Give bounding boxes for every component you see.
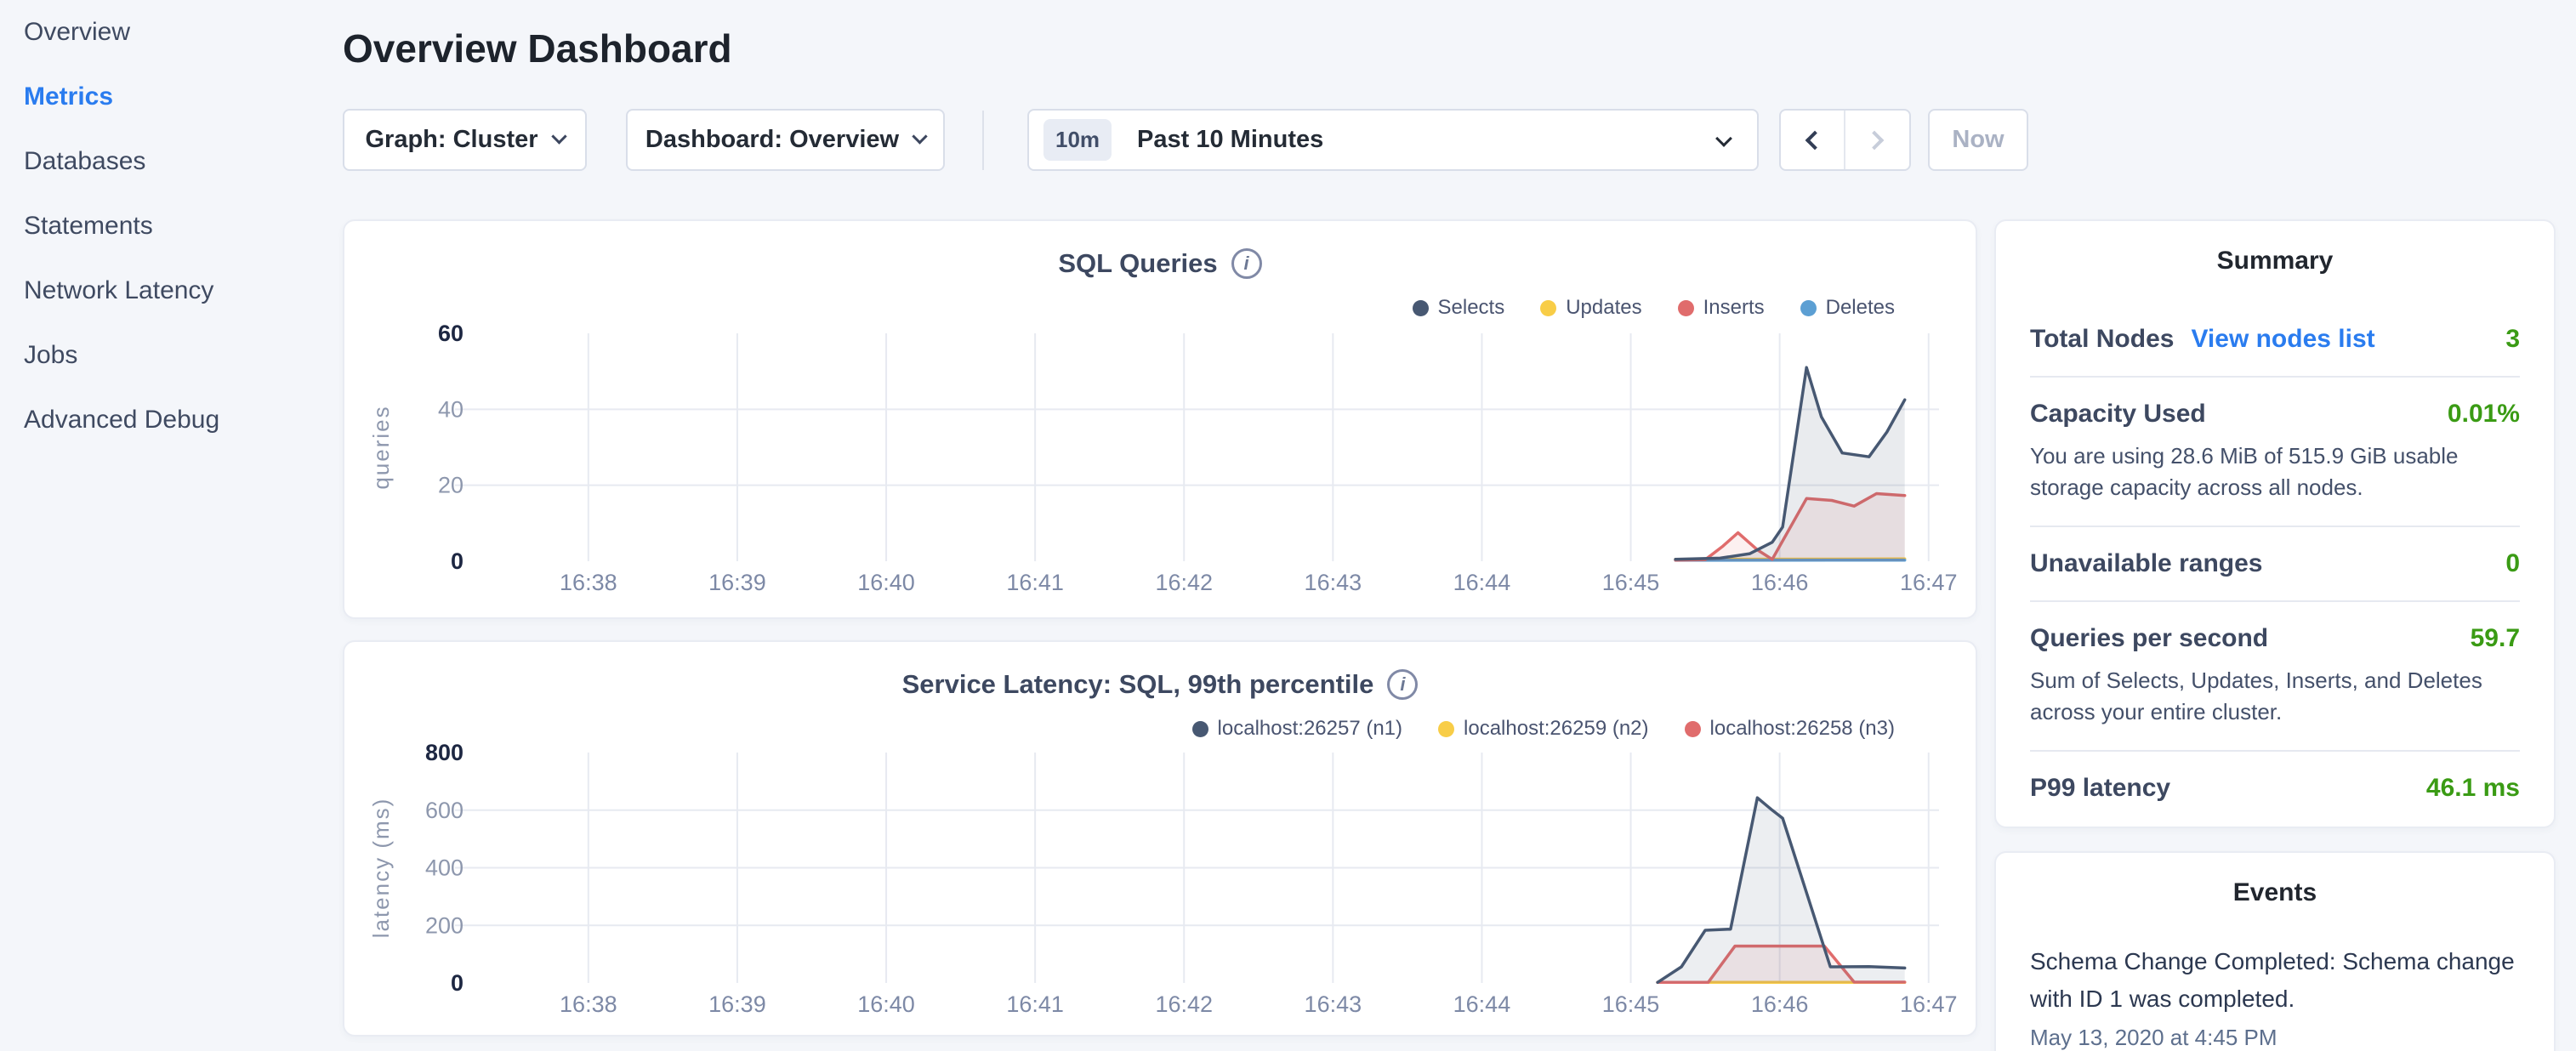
divider (2030, 376, 2520, 378)
summary-value: 0 (2505, 549, 2520, 578)
summary-row-capacity: Capacity Used 0.01% You are using 28.6 M… (2030, 400, 2520, 503)
summary-row-p99-latency: P99 latency 46.1 ms (2030, 774, 2520, 803)
svg-text:16:39: 16:39 (708, 570, 766, 595)
dashboard-label: Dashboard: Overview (645, 126, 899, 154)
time-range-label: Past 10 Minutes (1137, 126, 1323, 154)
svg-text:0: 0 (451, 548, 463, 574)
time-range-badge: 10m (1043, 119, 1112, 161)
svg-text:16:41: 16:41 (1006, 570, 1064, 595)
svg-text:16:42: 16:42 (1155, 991, 1213, 1017)
svg-text:16:46: 16:46 (1751, 570, 1809, 595)
svg-text:16:45: 16:45 (1602, 570, 1660, 595)
svg-text:16:43: 16:43 (1305, 570, 1362, 595)
svg-text:16:40: 16:40 (857, 570, 915, 595)
sidebar-item-databases[interactable]: Databases (0, 129, 340, 194)
sidebar-item-overview[interactable]: Overview (0, 0, 340, 65)
svg-text:20: 20 (438, 473, 463, 498)
view-nodes-list-link[interactable]: View nodes list (2191, 325, 2374, 354)
summary-description: Sum of Selects, Updates, Inserts, and De… (2030, 665, 2520, 728)
svg-text:queries: queries (368, 405, 394, 489)
svg-text:16:42: 16:42 (1155, 570, 1213, 595)
sidebar: Overview Metrics Databases Statements Ne… (0, 0, 340, 1051)
chevron-down-icon (912, 128, 927, 144)
svg-text:16:40: 16:40 (857, 991, 915, 1017)
graph-scope-label: Graph: Cluster (365, 126, 537, 154)
prev-range-button[interactable] (1781, 111, 1845, 169)
chevron-right-icon (1865, 130, 1885, 150)
svg-text:400: 400 (425, 855, 463, 881)
summary-value: 46.1 ms (2426, 774, 2520, 803)
svg-text:16:41: 16:41 (1006, 991, 1064, 1017)
sidebar-item-advanced-debug[interactable]: Advanced Debug (0, 388, 340, 452)
svg-text:16:44: 16:44 (1453, 991, 1511, 1017)
summary-row-unavailable-ranges: Unavailable ranges 0 (2030, 549, 2520, 578)
sql-queries-chart-card: SQL Queries i SelectsUpdatesInsertsDelet… (343, 219, 1977, 619)
chevron-down-icon (1715, 130, 1732, 147)
summary-value: 3 (2505, 325, 2520, 354)
toolbar-divider (982, 111, 984, 170)
svg-text:40: 40 (438, 396, 463, 422)
now-button[interactable]: Now (1928, 109, 2028, 171)
dashboard-dropdown[interactable]: Dashboard: Overview (626, 109, 945, 171)
summary-title: Summary (2030, 247, 2520, 276)
svg-text:0: 0 (451, 970, 463, 996)
events-panel: Events Schema Change Completed: Schema c… (1994, 851, 2556, 1051)
sidebar-item-jobs[interactable]: Jobs (0, 323, 340, 388)
sidebar-item-metrics[interactable]: Metrics (0, 65, 340, 129)
sql-queries-chart[interactable]: 16:38 16:39 16:40 16:41 16:42 16:43 16:44 16:45… (344, 221, 1979, 621)
service-latency-chart[interactable]: 16:38 16:39 16:40 16:41 16:42 16:43 16:44 16:45… (344, 642, 1979, 1038)
summary-label: Capacity Used (2030, 400, 2206, 429)
chevron-down-icon (551, 128, 566, 144)
svg-text:16:46: 16:46 (1751, 991, 1809, 1017)
svg-text:16:39: 16:39 (708, 991, 766, 1017)
svg-text:60: 60 (438, 321, 463, 346)
time-pager (1779, 109, 1911, 171)
sidebar-item-statements[interactable]: Statements (0, 194, 340, 258)
svg-text:200: 200 (425, 912, 463, 938)
summary-label: Queries per second (2030, 624, 2268, 653)
summary-label: Total Nodes (2030, 325, 2174, 354)
svg-text:16:47: 16:47 (1900, 570, 1958, 595)
summary-label: P99 latency (2030, 774, 2170, 803)
svg-text:16:47: 16:47 (1900, 991, 1958, 1017)
svg-text:16:43: 16:43 (1305, 991, 1362, 1017)
event-timestamp: May 13, 2020 at 4:45 PM (2030, 1025, 2520, 1051)
sidebar-item-network-latency[interactable]: Network Latency (0, 258, 340, 323)
svg-text:16:45: 16:45 (1602, 991, 1660, 1017)
svg-text:800: 800 (425, 740, 463, 765)
event-message[interactable]: Schema Change Completed: Schema change w… (2030, 943, 2520, 1018)
next-range-button[interactable] (1845, 111, 1910, 169)
summary-row-qps: Queries per second 59.7 Sum of Selects, … (2030, 624, 2520, 728)
divider (2030, 600, 2520, 602)
svg-text:16:44: 16:44 (1453, 570, 1511, 595)
summary-panel: Summary Total Nodes View nodes list 3 Ca… (1994, 219, 2556, 828)
divider (2030, 526, 2520, 527)
summary-description: You are using 28.6 MiB of 515.9 GiB usab… (2030, 440, 2520, 503)
svg-text:600: 600 (425, 798, 463, 823)
time-range-dropdown[interactable]: 10m Past 10 Minutes (1027, 109, 1759, 171)
svg-text:16:38: 16:38 (560, 991, 617, 1017)
graph-scope-dropdown[interactable]: Graph: Cluster (343, 109, 587, 171)
events-title: Events (2030, 878, 2520, 907)
summary-value: 59.7 (2471, 624, 2520, 653)
divider (2030, 750, 2520, 752)
chevron-left-icon (1805, 130, 1824, 150)
summary-label: Unavailable ranges (2030, 549, 2262, 578)
svg-text:latency (ms): latency (ms) (368, 798, 394, 939)
summary-row-total-nodes: Total Nodes View nodes list 3 (2030, 325, 2520, 354)
page-title: Overview Dashboard (343, 26, 732, 71)
summary-value: 0.01% (2448, 400, 2520, 429)
service-latency-chart-card: Service Latency: SQL, 99th percentile i … (343, 640, 1977, 1037)
svg-text:16:38: 16:38 (560, 570, 617, 595)
